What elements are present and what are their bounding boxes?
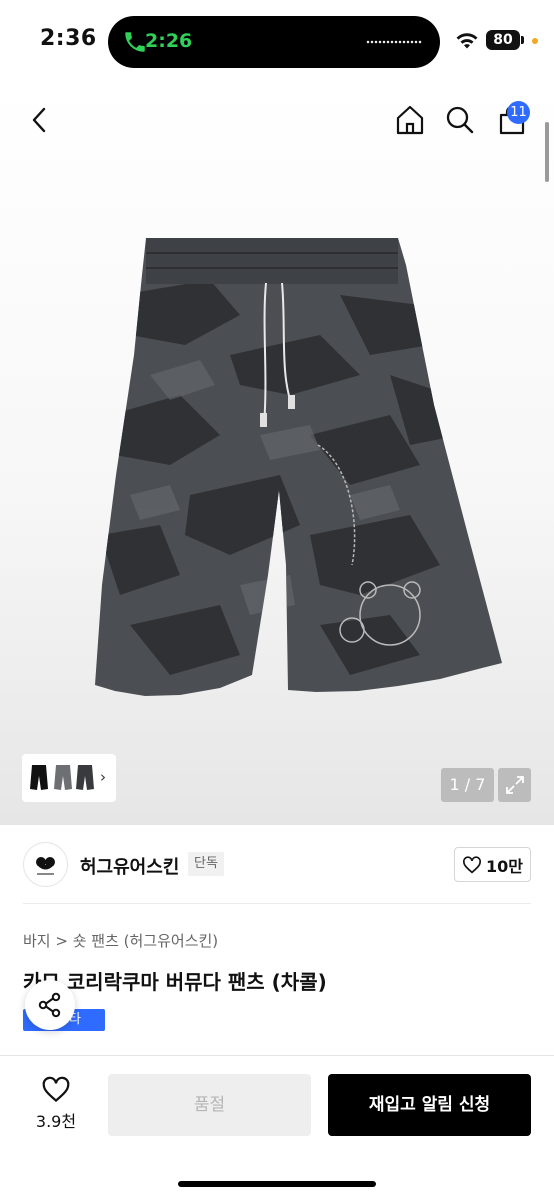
heart-icon: [42, 1076, 70, 1103]
share-button[interactable]: [25, 980, 75, 1030]
chevron-left-icon: [32, 107, 46, 133]
image-pager: 1 / 7: [441, 768, 494, 802]
brand-logo[interactable]: [23, 842, 68, 887]
product-image[interactable]: [90, 235, 508, 710]
cart-count-badge: 11: [507, 101, 530, 124]
expand-icon: [505, 776, 524, 794]
heart-icon: [463, 855, 481, 873]
wifi-icon: [456, 33, 478, 49]
soldout-button[interactable]: 품절: [108, 1074, 311, 1136]
search-button[interactable]: [440, 100, 480, 140]
product-gallery[interactable]: 11 › 1 / 7: [0, 80, 554, 825]
wishlist-button[interactable]: 3.9천: [28, 1076, 84, 1136]
audio-waveform: [366, 40, 422, 44]
breadcrumb[interactable]: 바지 > 숏 팬츠 (허그유어스킨): [23, 930, 218, 951]
brand-row[interactable]: 허그유어스킨 단독 10만: [0, 825, 554, 905]
home-indicator[interactable]: [178, 1181, 376, 1187]
search-icon: [446, 106, 474, 134]
back-button[interactable]: [20, 100, 60, 140]
home-button[interactable]: [390, 100, 430, 140]
battery-cap: [521, 36, 524, 44]
thumbnail-grey[interactable]: [76, 764, 94, 791]
brand-name[interactable]: 허그유어스킨: [80, 853, 179, 879]
battery-indicator: 80: [486, 30, 520, 50]
brand-like-count: 10만: [486, 856, 523, 876]
orange-dot-indicator: [532, 38, 538, 44]
thumbnail-strip[interactable]: ›: [22, 754, 116, 802]
fullscreen-button[interactable]: [498, 768, 531, 802]
exclusive-tag: 단독: [188, 852, 224, 876]
bottom-action-bar: 3.9천 품절 재입고 알림 신청: [0, 1055, 554, 1200]
scrollbar[interactable]: [545, 122, 549, 182]
clock: 2:36: [40, 26, 97, 51]
share-icon: [38, 992, 61, 1018]
brand-like-button[interactable]: 10만: [454, 847, 531, 882]
brand-logo-mark: [36, 857, 55, 875]
thumbnail-charcoal[interactable]: [54, 764, 72, 791]
divider: [23, 903, 531, 904]
dynamic-island-call[interactable]: 2:26: [108, 16, 440, 68]
restock-alert-button[interactable]: 재입고 알림 신청: [328, 1074, 531, 1136]
wishlist-count: 3.9천: [35, 1112, 77, 1131]
thumbnail-black[interactable]: [30, 764, 48, 791]
call-duration: 2:26: [145, 30, 193, 52]
chevron-right-icon: ›: [100, 768, 106, 786]
home-icon: [396, 105, 424, 135]
status-bar: 2:36 2:26 80: [0, 0, 554, 80]
